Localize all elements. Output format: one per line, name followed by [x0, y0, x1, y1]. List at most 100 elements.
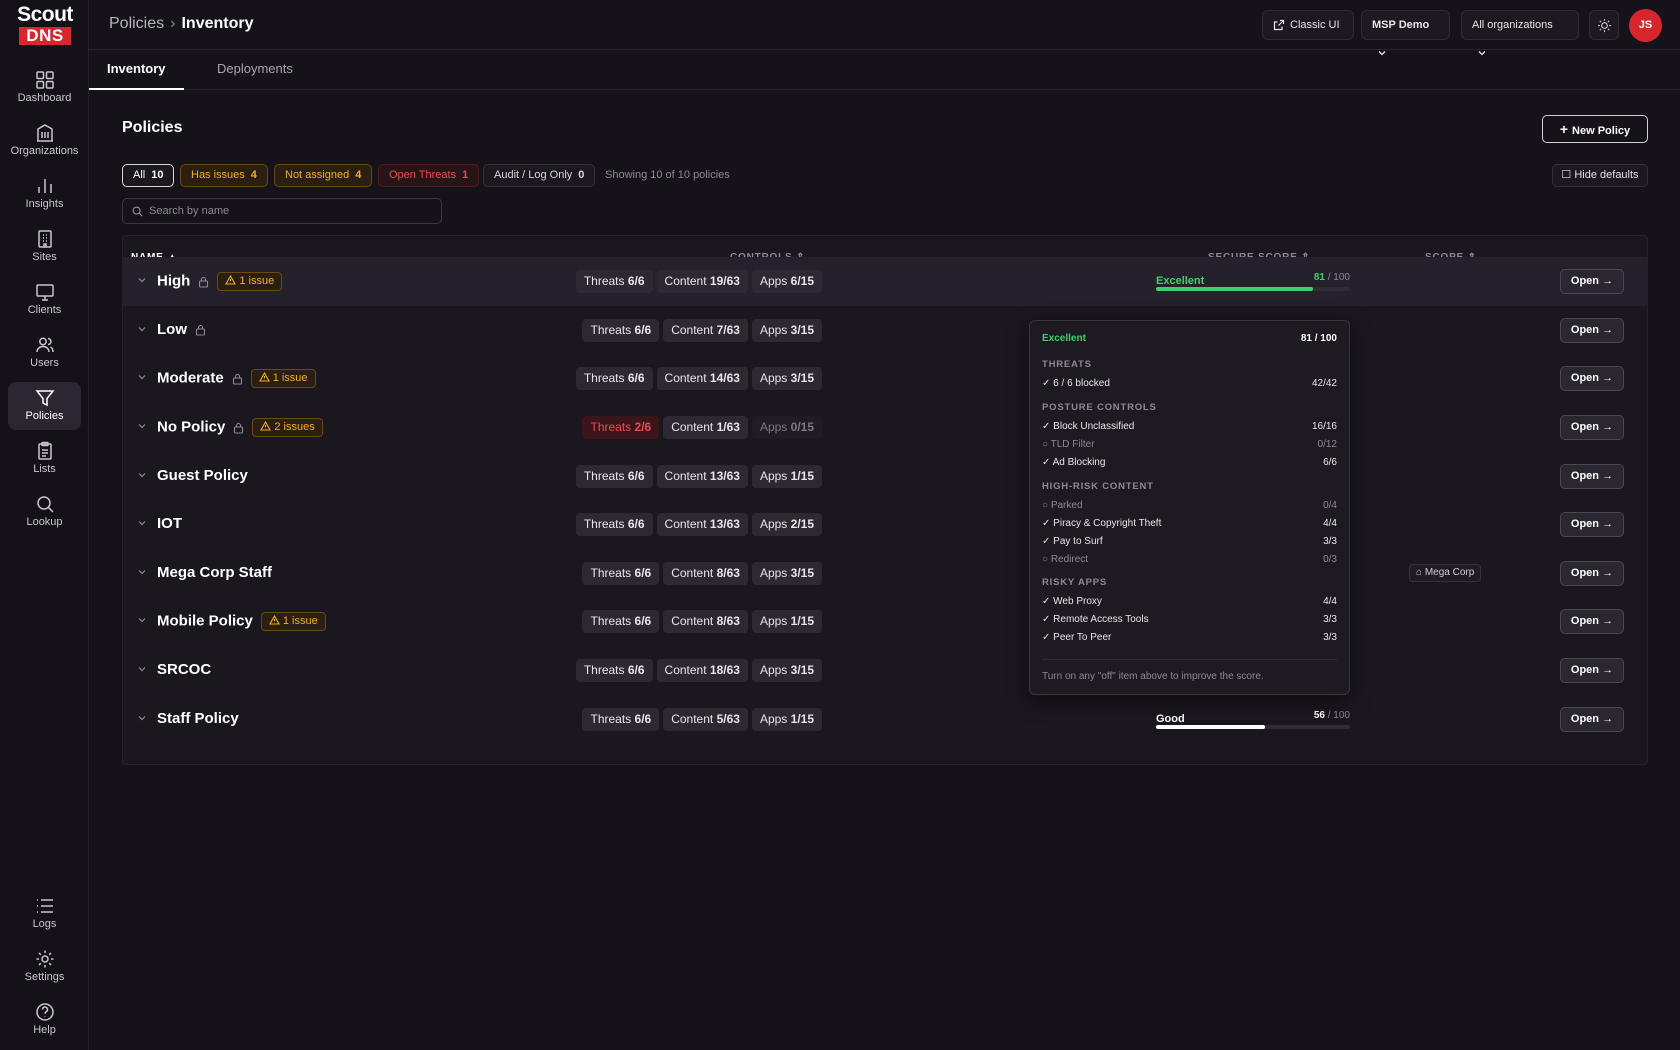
threats-pill[interactable]: Threats 2/6 — [582, 416, 660, 439]
open-button[interactable]: Open → — [1560, 464, 1624, 489]
apps-pill[interactable]: Apps 3/15 — [751, 659, 822, 682]
table-row[interactable]: Guest Policy Threats 6/6 Content 13/63 Apps… — [123, 452, 1647, 501]
breadcrumb-parent[interactable]: Policies — [109, 15, 164, 32]
open-button[interactable]: Open → — [1560, 269, 1624, 294]
filter-audit-log-only[interactable]: Audit / Log Only 0 — [483, 164, 596, 187]
table-row[interactable]: Mega Corp Staff Threats 6/6 Content 8/63 Ap… — [123, 549, 1647, 598]
table-row[interactable]: No Policy 2 issues Threats 2/6 Content 1/63… — [123, 403, 1647, 452]
policy-name[interactable]: Guest Policy — [157, 467, 248, 484]
policy-name[interactable]: Low — [157, 321, 206, 338]
threats-pill[interactable]: Threats 6/6 — [575, 659, 653, 682]
open-button[interactable]: Open → — [1560, 318, 1624, 343]
filter-all[interactable]: All 10 — [122, 164, 175, 187]
threats-pill[interactable]: Threats 6/6 — [575, 270, 653, 293]
open-button[interactable]: Open → — [1560, 415, 1624, 440]
open-button[interactable]: Open → — [1560, 609, 1624, 634]
chevron-down-icon[interactable] — [137, 518, 147, 528]
threats-pill[interactable]: Threats 6/6 — [575, 513, 653, 536]
scoutdns-logo[interactable]: Scout DNS — [16, 4, 74, 46]
filter-has-issues[interactable]: Has issues 4 — [180, 164, 268, 187]
apps-pill[interactable]: Apps 3/15 — [751, 562, 822, 585]
issue-badge[interactable]: 2 issues — [252, 418, 323, 437]
nav-lists[interactable]: Lists — [8, 435, 81, 483]
secure-score[interactable]: Excellent 81 / 100 — [1156, 272, 1350, 291]
chevron-down-icon[interactable] — [137, 615, 147, 625]
policy-name[interactable]: High 1 issue — [157, 272, 283, 291]
nav-organizations[interactable]: Organizations — [8, 117, 81, 165]
chevron-down-icon[interactable] — [137, 324, 147, 334]
content-pill[interactable]: Content 5/63 — [663, 708, 748, 731]
threats-pill[interactable]: Threats 6/6 — [582, 562, 660, 585]
open-button[interactable]: Open → — [1560, 707, 1624, 732]
policy-name[interactable]: Moderate 1 issue — [157, 369, 316, 388]
organization-filter[interactable]: All organizations — [1461, 10, 1579, 56]
threats-pill[interactable]: Threats 6/6 — [575, 367, 653, 390]
policy-name[interactable]: SRCOC — [157, 661, 211, 678]
chevron-down-icon[interactable] — [137, 713, 147, 723]
policy-name[interactable]: Mobile Policy 1 issue — [157, 612, 326, 631]
issue-badge[interactable]: 1 issue — [260, 612, 326, 631]
table-row[interactable]: High 1 issue Threats 6/6 Content 19/63 Apps … — [123, 257, 1647, 306]
scope-badge[interactable]: ⌂ Mega Corp — [1409, 564, 1482, 582]
chevron-down-icon[interactable] — [137, 421, 147, 431]
chevron-down-icon[interactable] — [137, 470, 147, 480]
avatar[interactable]: JS — [1629, 9, 1662, 42]
nav-insights[interactable]: Insights — [8, 170, 81, 218]
filter-open-threats[interactable]: Open Threats 1 — [378, 164, 480, 187]
table-row[interactable]: IOT Threats 6/6 Content 13/63 Apps 2/15 Open… — [123, 500, 1647, 549]
chevron-down-icon[interactable] — [137, 567, 147, 577]
table-row[interactable]: Mobile Policy 1 issue Threats 6/6 Content 8… — [123, 597, 1647, 646]
apps-pill[interactable]: Apps 3/15 — [751, 367, 822, 390]
classic-ui-button[interactable]: Classic UI — [1262, 10, 1354, 40]
chevron-down-icon[interactable] — [137, 275, 147, 285]
apps-pill[interactable]: Apps 1/15 — [751, 465, 822, 488]
threats-pill[interactable]: Threats 6/6 — [575, 465, 653, 488]
nav-lookup[interactable]: Lookup — [8, 488, 81, 536]
nav-users[interactable]: Users — [8, 329, 81, 377]
table-row[interactable]: Moderate 1 issue Threats 6/6 Content 14/63 A… — [123, 354, 1647, 403]
threats-pill[interactable]: Threats 6/6 — [582, 708, 660, 731]
apps-pill[interactable]: Apps 2/15 — [751, 513, 822, 536]
apps-pill[interactable]: Apps 3/15 — [751, 319, 822, 342]
content-pill[interactable]: Content 1/63 — [663, 416, 748, 439]
policy-name[interactable]: Mega Corp Staff — [157, 564, 272, 581]
nav-dashboard[interactable]: Dashboard — [8, 64, 81, 112]
policy-name[interactable]: Staff Policy — [157, 710, 239, 727]
hide-defaults-toggle[interactable]: ☐ Hide defaults — [1552, 164, 1648, 187]
chevron-down-icon[interactable] — [137, 372, 147, 382]
threats-pill[interactable]: Threats 6/6 — [582, 319, 660, 342]
apps-pill[interactable]: Apps 1/15 — [751, 708, 822, 731]
nav-sites[interactable]: Sites — [8, 223, 81, 271]
nav-settings[interactable]: Settings — [8, 943, 81, 991]
threats-pill[interactable]: Threats 6/6 — [582, 610, 660, 633]
table-row[interactable]: SRCOC Threats 6/6 Content 18/63 Apps 3/15 Op… — [123, 646, 1647, 695]
apps-pill[interactable]: Apps 6/15 — [751, 270, 822, 293]
nav-help[interactable]: Help — [8, 996, 81, 1044]
new-policy-button[interactable]: + New Policy — [1542, 115, 1648, 143]
open-button[interactable]: Open → — [1560, 512, 1624, 537]
secure-score[interactable]: Good 56 / 100 — [1156, 710, 1350, 729]
content-pill[interactable]: Content 7/63 — [663, 319, 748, 342]
search-input[interactable] — [149, 202, 429, 220]
nav-policies[interactable]: Policies — [8, 382, 81, 430]
tab-deployments[interactable]: Deployments — [199, 50, 311, 90]
content-pill[interactable]: Content 18/63 — [656, 659, 748, 682]
org-switcher[interactable]: MSP Demo — [1361, 10, 1450, 56]
nav-clients[interactable]: Clients — [8, 276, 81, 324]
content-pill[interactable]: Content 8/63 — [663, 562, 748, 585]
filter-not-assigned[interactable]: Not assigned 4 — [274, 164, 373, 187]
apps-pill[interactable]: Apps 1/15 — [751, 610, 822, 633]
nav-logs[interactable]: Logs — [8, 890, 81, 938]
theme-toggle[interactable] — [1589, 10, 1619, 40]
issue-badge[interactable]: 1 issue — [217, 272, 283, 291]
open-button[interactable]: Open → — [1560, 366, 1624, 391]
open-button[interactable]: Open → — [1560, 561, 1624, 586]
tab-inventory[interactable]: Inventory — [89, 50, 184, 90]
open-button[interactable]: Open → — [1560, 658, 1624, 683]
policy-name[interactable]: No Policy 2 issues — [157, 418, 323, 437]
content-pill[interactable]: Content 8/63 — [663, 610, 748, 633]
content-pill[interactable]: Content 14/63 — [656, 367, 748, 390]
content-pill[interactable]: Content 13/63 — [656, 465, 748, 488]
policy-name[interactable]: IOT — [157, 515, 182, 532]
content-pill[interactable]: Content 13/63 — [656, 513, 748, 536]
